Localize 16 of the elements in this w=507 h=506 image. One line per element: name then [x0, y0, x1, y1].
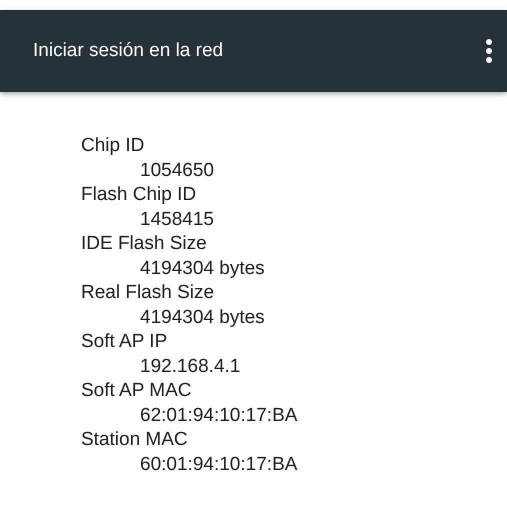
info-value: 1458415: [140, 208, 214, 232]
info-label: Chip ID: [81, 134, 144, 158]
info-label: Soft AP MAC: [81, 379, 192, 403]
info-label: Soft AP IP: [81, 330, 168, 354]
more-menu-icon[interactable]: [485, 38, 493, 64]
info-value: 192.168.4.1: [140, 354, 240, 378]
info-value: 62:01:94:10:17:BA: [140, 404, 298, 428]
info-label: Real Flash Size: [81, 281, 214, 305]
info-value: 4194304 bytes: [140, 256, 265, 280]
info-value: 60:01:94:10:17:BA: [140, 452, 298, 476]
info-value: 1054650: [140, 158, 214, 182]
info-label: Flash Chip ID: [81, 183, 196, 207]
info-label: Station MAC: [81, 428, 188, 452]
app-bar-title: Iniciar sesión en la red: [33, 40, 224, 62]
info-value: 4194304 bytes: [140, 306, 265, 330]
info-label: IDE Flash Size: [81, 232, 207, 256]
